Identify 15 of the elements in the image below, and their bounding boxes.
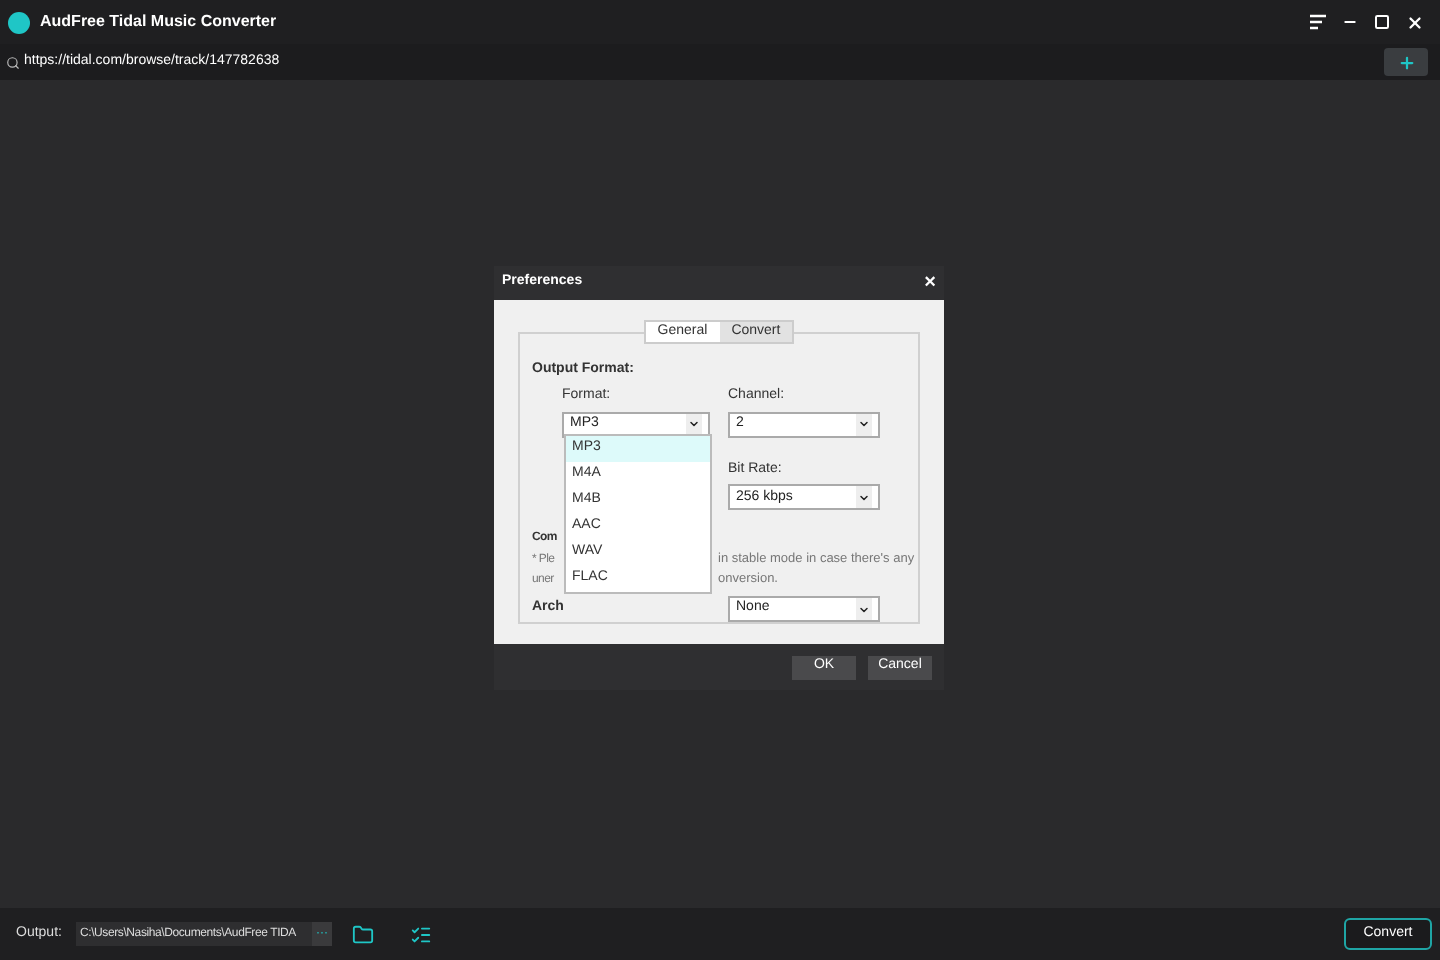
add-button[interactable] xyxy=(1384,48,1428,76)
caret-icon xyxy=(858,418,870,431)
caret-icon xyxy=(858,603,870,615)
maximize-icon[interactable] xyxy=(1374,14,1390,30)
caret-icon xyxy=(688,418,700,431)
close-icon[interactable] xyxy=(1406,13,1424,31)
close-button[interactable]: × xyxy=(924,273,936,293)
app-logo-icon xyxy=(8,11,30,33)
window-title: AudFree Tidal Music Converter xyxy=(40,10,277,34)
plus-icon xyxy=(1397,53,1415,71)
folder-icon[interactable] xyxy=(351,923,374,945)
menu-icon[interactable] xyxy=(1310,14,1326,30)
caret-icon xyxy=(858,491,870,504)
search-icon xyxy=(6,55,20,69)
list-icon[interactable] xyxy=(409,923,432,945)
